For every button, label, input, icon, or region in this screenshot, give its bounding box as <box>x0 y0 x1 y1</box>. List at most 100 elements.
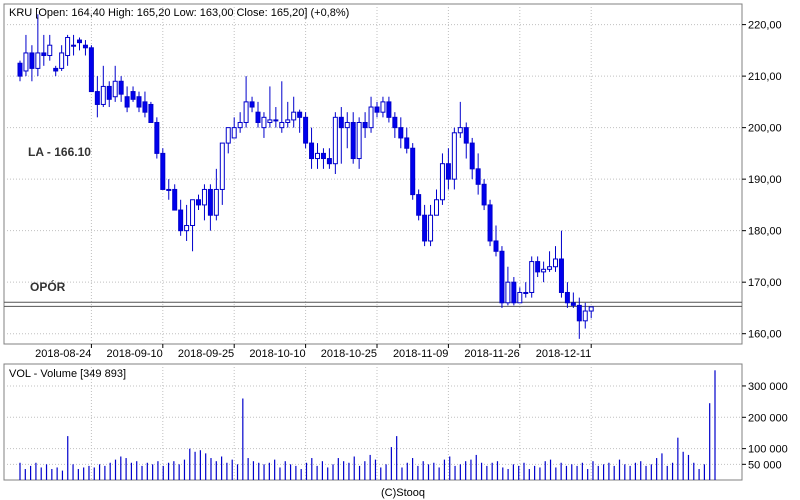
candle-body-up <box>261 116 267 129</box>
candle-body-up <box>71 44 77 47</box>
candle-body-down <box>88 47 94 93</box>
candle-body-down <box>142 101 148 113</box>
candle-body-down <box>487 204 493 242</box>
candle-body-up <box>225 127 231 144</box>
price-x-tick-label: 2018-09-25 <box>178 348 234 360</box>
candle <box>487 199 493 247</box>
candle-body-up <box>434 199 439 216</box>
candle-body-up <box>112 80 118 98</box>
candle-body-up <box>65 36 71 57</box>
candle <box>529 256 535 298</box>
candle-body-down <box>130 91 136 100</box>
candle-body-up <box>439 163 445 201</box>
candle-body-down <box>410 147 416 196</box>
candle-body-up <box>35 52 41 69</box>
candle-body-up <box>213 188 219 216</box>
candle-body-up <box>356 121 362 160</box>
footer-copyright: (C)Stooq <box>381 487 425 499</box>
candle-body-down <box>338 116 344 129</box>
price-frame <box>3 3 743 345</box>
candle-body-up <box>457 127 463 134</box>
candle-body-up <box>100 85 106 105</box>
price-y-tick-label: 180,00 <box>748 226 782 238</box>
candle-body-up <box>184 225 190 232</box>
candle-body-up <box>517 291 523 304</box>
candle-body-down <box>511 281 517 304</box>
candle-body-down <box>416 194 422 216</box>
candle-body-down <box>398 127 404 139</box>
candle-body-down <box>29 52 35 69</box>
candle-body-up <box>380 101 386 113</box>
candle-body-down <box>136 96 142 108</box>
price-y-tick-label: 190,00 <box>748 174 782 186</box>
candle-body-up <box>451 132 457 180</box>
candle-body-up <box>582 310 588 322</box>
candle-body-down <box>160 152 166 190</box>
candle-body-down <box>303 116 309 144</box>
candle-body-up <box>201 188 207 206</box>
candle-body-down <box>255 111 261 123</box>
candle-body-up <box>368 106 374 129</box>
candle-body-down <box>154 121 160 154</box>
candle-body-down <box>392 116 398 129</box>
candle-body-up <box>279 121 285 129</box>
candle-body-down <box>463 127 469 144</box>
price-x-tick-label: 2018-10-10 <box>249 348 305 360</box>
candle-body-up <box>529 261 535 293</box>
candle-body-down <box>326 158 332 165</box>
volume-legend: VOL - Volume [349 893] <box>9 368 126 380</box>
candle-body-down <box>493 240 499 252</box>
candle-body-down <box>499 250 505 304</box>
candle-body-down <box>94 91 100 105</box>
candle-body-up <box>267 119 273 123</box>
volume-y-tick-label: 100 000 <box>748 444 788 456</box>
candle-body-down <box>297 111 303 118</box>
la-annotation: LA - 166.10 <box>28 145 91 159</box>
candle-body-up <box>588 306 594 312</box>
candle-body-up <box>344 121 350 129</box>
candle-body-down <box>118 80 124 95</box>
candle-body-down <box>249 101 255 108</box>
candle-body-down <box>196 199 201 206</box>
candle-body-down <box>309 142 315 160</box>
price-x-tick-label: 2018-12-11 <box>536 348 591 360</box>
candle-body-down <box>350 121 356 160</box>
candle-body-down <box>576 304 582 322</box>
price-x-tick-label: 2018-11-26 <box>464 348 519 360</box>
candle-body-down <box>386 101 392 118</box>
candle-body-down <box>124 96 130 108</box>
candle <box>148 101 154 123</box>
candle-body-up <box>243 101 249 123</box>
price-x-tick-label: 2018-08-24 <box>35 348 91 360</box>
candle-body-up <box>59 52 65 69</box>
candle-body-down <box>535 261 541 273</box>
candle-body-up <box>285 119 291 123</box>
candle-body-down <box>148 103 154 123</box>
price-panel: 160,00 170,00 180,00 190,00 200,00 210,00 220,… <box>3 3 782 360</box>
price-y-tick-label: 220,00 <box>748 20 782 32</box>
candle-body-up <box>332 116 338 165</box>
candle <box>154 117 160 159</box>
price-y-tick-label: 210,00 <box>748 71 782 83</box>
candle-body-down <box>207 188 213 216</box>
candle-body-down <box>53 67 59 72</box>
candle-body-up <box>547 266 553 270</box>
candle-body-down <box>404 137 410 149</box>
candle <box>88 45 94 93</box>
candle-body-up <box>237 121 243 129</box>
candle <box>160 148 166 190</box>
candle-body-down <box>362 121 368 129</box>
candle-body-down <box>445 163 451 180</box>
candle-body-down <box>570 302 576 306</box>
candle-body-up <box>190 199 196 227</box>
candle-body-up <box>231 127 237 139</box>
candle <box>499 246 505 308</box>
candle-body-down <box>82 44 88 49</box>
candle-body-down <box>106 85 112 100</box>
price-y-tick-label: 170,00 <box>748 277 782 289</box>
volume-y-tick-label: 50 000 <box>748 459 782 471</box>
candle-body-down <box>469 142 475 170</box>
candle-body-down <box>558 258 564 293</box>
volume-panel: 50 000 100 000 200 000 300 000 VOL - Volume… <box>3 363 788 481</box>
candle-body-down <box>481 183 487 206</box>
